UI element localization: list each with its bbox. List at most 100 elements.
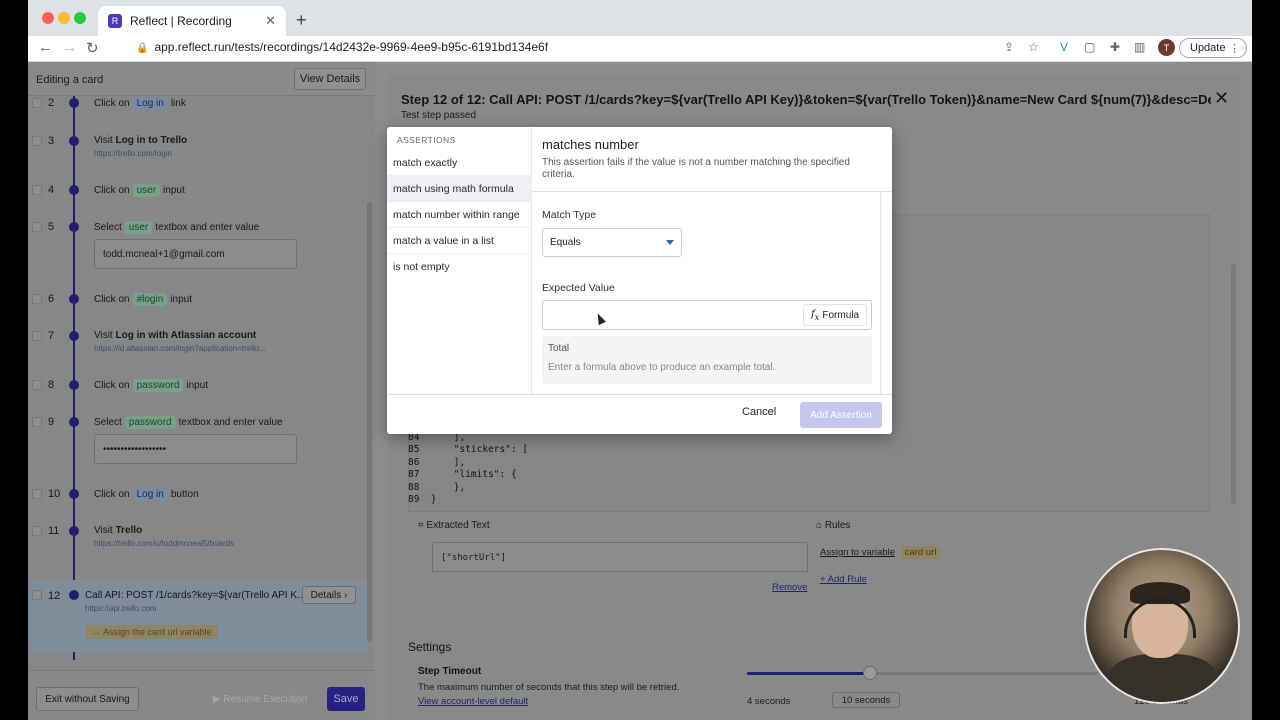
assign-variable-chip: → Assign the card url variable (86, 625, 218, 639)
update-label: Update (1190, 42, 1226, 54)
account-default-link[interactable]: View account-level default (418, 696, 528, 707)
expected-value-label: Expected Value (542, 282, 615, 294)
close-window-button[interactable] (42, 12, 54, 24)
step-checkbox[interactable] (32, 331, 42, 341)
response-code: 84 ], 85 "stickers": [86 ], 87 "limits": {… (408, 432, 1206, 510)
close-tab-icon[interactable]: ✕ (265, 13, 276, 29)
profile-avatar[interactable]: T (1158, 39, 1175, 56)
step-checkbox[interactable] (32, 489, 42, 499)
assertion-option[interactable]: match a value in a list (387, 228, 532, 254)
sidebar-footer: Exit without Saving ▶ Resume Execution S… (28, 670, 375, 720)
step-checkbox[interactable] (32, 380, 42, 390)
selector-chip: #login (132, 293, 168, 306)
step-dot (69, 331, 79, 341)
formula-label: Formula (822, 309, 860, 321)
assign-link[interactable]: Assign to variable (820, 547, 895, 558)
step-value-input[interactable]: •••••••••••••••••• (94, 434, 297, 464)
code-line: 87 "limits": { (408, 469, 517, 481)
share-icon[interactable]: ⇪ (1004, 40, 1014, 54)
close-icon[interactable]: ✕ (1214, 88, 1229, 109)
step-number: 3 (48, 135, 55, 147)
step-text: Call API: POST /1/cards?key=${var(Trello… (85, 590, 306, 601)
sidebar-scrollbar[interactable] (367, 202, 372, 642)
step-text: Visit Log in with Atlassian account (94, 330, 257, 341)
bookmark-star-icon[interactable]: ☆ (1028, 40, 1039, 54)
save-button[interactable]: Save (327, 687, 365, 711)
new-tab-icon[interactable]: + (296, 10, 307, 31)
panel-scrollbar[interactable] (1231, 264, 1236, 504)
step-dot (69, 185, 79, 195)
step-dot (69, 380, 79, 390)
step-checkbox[interactable] (32, 185, 42, 195)
assertion-option[interactable]: is not empty (387, 254, 532, 280)
step-checkbox[interactable] (32, 590, 42, 600)
selector-chip: Log in (132, 97, 168, 110)
modal-footer: Cancel Add Assertion (387, 394, 892, 434)
step-dot (69, 526, 79, 536)
step-number: 5 (48, 221, 55, 233)
assertion-form: Match Type Equals Expected Value fx Formu… (532, 193, 892, 394)
assertion-option-selected[interactable]: match using math formula (387, 176, 532, 202)
timeout-slider[interactable] (747, 666, 1097, 680)
code-line: 86 ], (408, 456, 466, 468)
form-scrollbar[interactable] (880, 193, 881, 394)
steps-sidebar: Editing a card View Details 2 Click on Lo… (28, 62, 375, 720)
step-url: https://api.trello.com (85, 604, 157, 613)
browser-tab[interactable]: R Reflect | Recording ✕ (98, 6, 286, 36)
cancel-button[interactable]: Cancel (742, 406, 776, 418)
selector-chip: user (132, 184, 161, 197)
step-checkbox[interactable] (32, 222, 42, 232)
step-details-button[interactable]: Details › (302, 586, 356, 604)
assertion-option[interactable]: match number within range (387, 202, 532, 228)
resume-execution-button[interactable]: ▶ Resume Execution (200, 687, 320, 711)
remove-link[interactable]: Remove (772, 582, 807, 593)
step-text: Select password textbox and enter value (94, 416, 283, 429)
extensions-puzzle-icon[interactable]: ✚ (1110, 40, 1120, 54)
exit-without-saving-button[interactable]: Exit without Saving (36, 687, 139, 711)
selector-chip: user (124, 221, 153, 234)
expected-value-input[interactable]: fx Formula (542, 300, 872, 330)
step-url: https://trello.com/login (94, 149, 172, 158)
add-rule-link[interactable]: + Add Rule (820, 574, 867, 585)
match-type-label: Match Type (542, 209, 597, 221)
match-type-select[interactable]: Equals (542, 228, 682, 257)
selector-chip: password (124, 416, 176, 429)
extension-v-icon[interactable]: V (1060, 40, 1068, 54)
code-line: 88 }, (408, 481, 466, 493)
formula-button[interactable]: fx Formula (803, 304, 867, 326)
more-menu-icon[interactable]: ⋮ (1229, 42, 1240, 55)
slider-thumb[interactable] (862, 666, 877, 680)
add-assertion-button[interactable]: Add Assertion (800, 402, 882, 428)
headphones-icon (1124, 598, 1196, 638)
total-preview: Total Enter a formula above to produce a… (542, 336, 872, 384)
extension-square-icon[interactable]: ▢ (1084, 40, 1095, 54)
update-button[interactable]: Update ⋮ (1179, 38, 1247, 58)
step-checkbox[interactable] (32, 98, 42, 108)
extracted-text-input[interactable]: ["shortUrl"] (432, 542, 808, 572)
step-checkbox[interactable] (32, 136, 42, 146)
step-timeout-description: The maximum number of seconds that this … (418, 682, 680, 693)
tab-title: Reflect | Recording (130, 14, 232, 28)
reload-icon[interactable]: ↻ (86, 39, 99, 57)
assertion-option[interactable]: match exactly (387, 150, 532, 176)
step-dot (69, 136, 79, 146)
step-checkbox[interactable] (32, 417, 42, 427)
step-dot (69, 294, 79, 304)
step-checkbox[interactable] (32, 294, 42, 304)
sidepanel-icon[interactable]: ▥ (1134, 40, 1145, 54)
code-line: 85 "stickers": [ (408, 444, 529, 456)
step-dot (69, 222, 79, 232)
forward-icon[interactable]: → (62, 39, 77, 56)
minimize-window-button[interactable] (58, 12, 70, 24)
variable-chip: card url (900, 546, 941, 559)
step-checkbox[interactable] (32, 526, 42, 536)
url-field[interactable]: 🔒 app.reflect.run/tests/recordings/14d243… (136, 40, 548, 54)
step-number: 11 (48, 525, 60, 537)
maximize-window-button[interactable] (74, 12, 86, 24)
step-number: 8 (48, 379, 55, 391)
back-icon[interactable]: ← (38, 39, 53, 56)
view-details-button[interactable]: View Details (294, 68, 366, 90)
selector-chip: Log in (132, 488, 168, 501)
step-dot (69, 98, 79, 108)
step-value-input[interactable]: todd.mcneal+1@gmail.com (94, 239, 297, 269)
